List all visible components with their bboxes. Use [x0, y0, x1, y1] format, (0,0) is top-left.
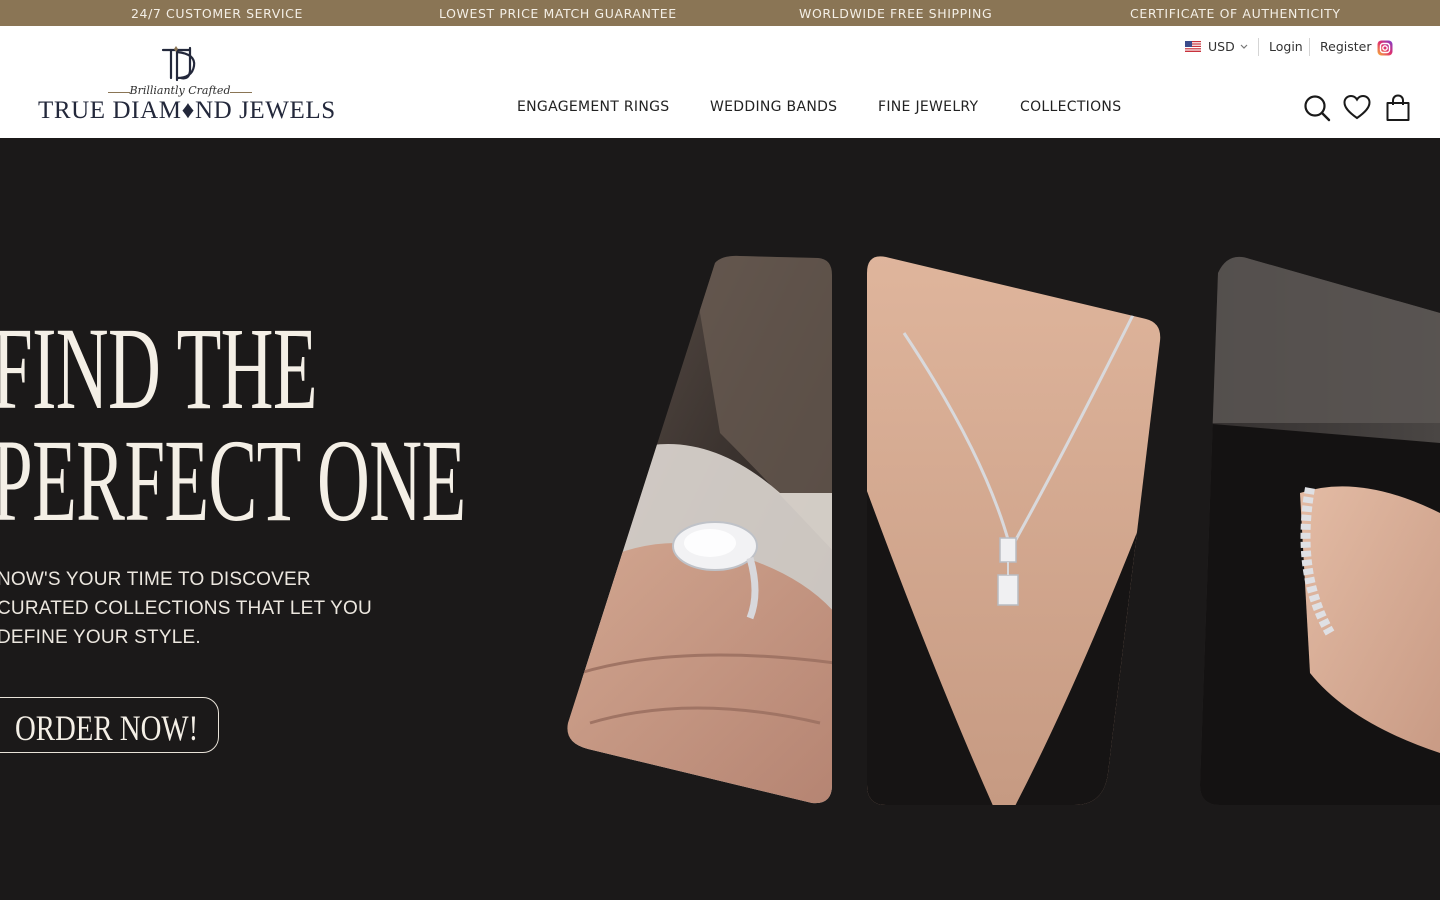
tennis-bracelet-image[interactable] — [1100, 253, 1440, 808]
order-now-button[interactable]: ORDER NOW! — [0, 697, 219, 753]
logo-wordmark: TRUE DIAM♦ND JEWELS — [38, 97, 336, 124]
announcement-bar: 24/7 CUSTOMER SERVICE LOWEST PRICE MATCH… — [0, 0, 1440, 26]
currency-selector[interactable]: USD — [1208, 39, 1235, 54]
instagram-icon[interactable] — [1377, 40, 1393, 56]
nav-collections[interactable]: COLLECTIONS — [1020, 99, 1121, 115]
site-header: Brilliantly Crafted TRUE DIAM♦ND JEWELS … — [0, 26, 1440, 138]
nav-engagement-rings[interactable]: ENGAGEMENT RINGS — [517, 99, 669, 115]
monogram-logo — [161, 46, 196, 82]
nav-wedding-bands[interactable]: WEDDING BANDS — [710, 99, 837, 115]
shopping-bag-icon[interactable] — [1384, 94, 1412, 122]
utility-divider — [1309, 38, 1310, 56]
login-link[interactable]: Login — [1269, 39, 1303, 54]
hero-headline-line1: FIND THE — [0, 303, 318, 434]
us-flag-icon — [1185, 41, 1201, 52]
hero-subtext-line3: DEFINE YOUR STYLE. — [0, 627, 201, 648]
announcement-customer-service: 24/7 CUSTOMER SERVICE — [131, 6, 303, 21]
hero-subtext-line1: NOW'S YOUR TIME TO DISCOVER — [0, 569, 311, 590]
heart-icon[interactable] — [1343, 94, 1371, 122]
utility-divider — [1258, 38, 1259, 56]
order-now-label: ORDER NOW! — [15, 708, 199, 748]
announcement-free-shipping: WORLDWIDE FREE SHIPPING — [799, 6, 993, 21]
chevron-down-icon[interactable] — [1240, 44, 1248, 50]
hero-headline-line2: PERFECT ONE — [0, 415, 466, 546]
search-icon[interactable] — [1303, 94, 1331, 122]
engagement-ring-image[interactable] — [560, 253, 835, 808]
register-link[interactable]: Register — [1320, 39, 1371, 54]
logo-tagline: Brilliantly Crafted — [129, 84, 231, 97]
announcement-certificate: CERTIFICATE OF AUTHENTICITY — [1130, 6, 1341, 21]
announcement-price-match: LOWEST PRICE MATCH GUARANTEE — [439, 6, 677, 21]
hero-subtext-line2: CURATED COLLECTIONS THAT LET YOU — [0, 598, 372, 619]
site-logo[interactable]: Brilliantly Crafted TRUE DIAM♦ND JEWELS — [38, 44, 336, 126]
tagline-rule-right — [230, 92, 252, 93]
hero-banner: FIND THE PERFECT ONE NOW'S YOUR TIME TO … — [0, 138, 1440, 900]
nav-fine-jewelry[interactable]: FINE JEWELRY — [878, 99, 978, 115]
